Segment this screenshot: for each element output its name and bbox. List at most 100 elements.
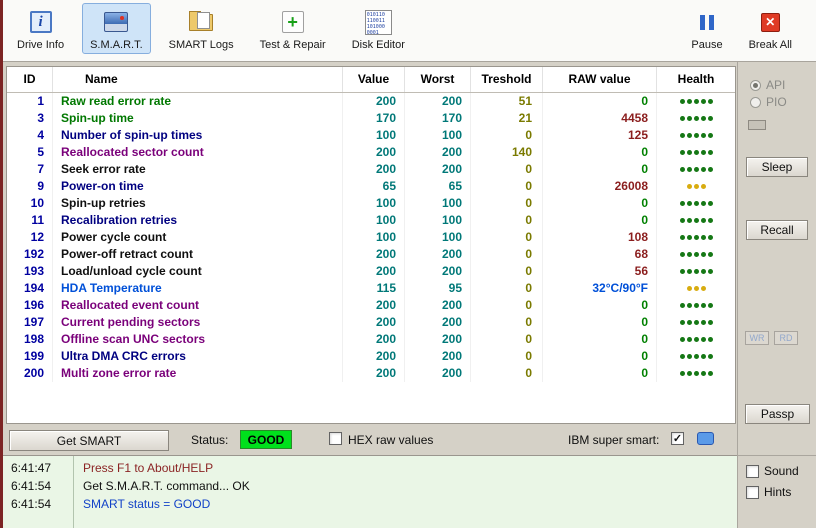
drive-info-button[interactable]: i Drive Info (9, 3, 72, 54)
health-dot (693, 320, 699, 326)
attr-worst: 100 (405, 229, 471, 246)
health-dot (686, 218, 692, 224)
attr-health (657, 246, 735, 263)
health-dot (693, 99, 699, 105)
attr-raw: 0 (543, 297, 657, 314)
attr-treshold: 140 (471, 144, 543, 161)
attr-worst: 200 (405, 246, 471, 263)
ibm-checkbox[interactable] (671, 432, 684, 445)
table-row[interactable]: 198 Offline scan UNC sectors 200 200 0 0 (7, 331, 735, 348)
health-dot (700, 303, 706, 309)
health-dot (707, 354, 713, 360)
attr-worst: 200 (405, 314, 471, 331)
attr-value: 200 (343, 331, 405, 348)
health-dot (679, 320, 685, 326)
sound-checkbox[interactable] (746, 464, 759, 478)
attr-value: 100 (343, 127, 405, 144)
status-value: GOOD (240, 430, 292, 449)
log-entry: 6:41:54 Get S.M.A.R.T. command... OK (3, 477, 737, 495)
health-dot (679, 371, 685, 377)
rd-button[interactable]: RD (774, 331, 798, 345)
table-row[interactable]: 197 Current pending sectors 200 200 0 0 (7, 314, 735, 331)
attr-value: 65 (343, 178, 405, 195)
attr-raw: 0 (543, 365, 657, 382)
attr-name: Power-on time (53, 178, 343, 195)
attr-id: 11 (7, 212, 53, 229)
sleep-button[interactable]: Sleep (746, 157, 808, 177)
hex-checkbox[interactable] (329, 432, 342, 445)
table-row[interactable]: 12 Power cycle count 100 100 0 108 (7, 229, 735, 246)
get-smart-button[interactable]: Get SMART (9, 430, 169, 451)
pio-radio[interactable] (750, 96, 761, 108)
attr-worst: 200 (405, 331, 471, 348)
attr-raw: 0 (543, 212, 657, 229)
ibm-indicator (697, 432, 714, 445)
health-dot (679, 116, 685, 122)
attr-treshold: 0 (471, 314, 543, 331)
health-dot (700, 184, 706, 190)
health-dot (700, 235, 706, 241)
table-row[interactable]: 200 Multi zone error rate 200 200 0 0 (7, 365, 735, 382)
attr-worst: 100 (405, 127, 471, 144)
disk-editor-button[interactable]: 010110 110011 101000 0001 Disk Editor (344, 3, 413, 54)
attr-name: Raw read error rate (53, 93, 343, 110)
attr-worst: 200 (405, 348, 471, 365)
header-worst: Worst (405, 67, 471, 92)
attr-id: 200 (7, 365, 53, 382)
attr-name: Offline scan UNC sectors (53, 331, 343, 348)
recall-button[interactable]: Recall (746, 220, 808, 240)
table-row[interactable]: 194 HDA Temperature 115 95 0 32°C/90°F (7, 280, 735, 297)
health-dot (707, 99, 713, 105)
health-dot (686, 371, 692, 377)
table-row[interactable]: 5 Reallocated sector count 200 200 140 0 (7, 144, 735, 161)
attr-id: 7 (7, 161, 53, 178)
attr-id: 9 (7, 178, 53, 195)
smart-button[interactable]: S.M.A.R.T. (82, 3, 151, 54)
health-dot (686, 354, 692, 360)
status-bar: Get SMART Status: GOOD HEX raw values IB… (3, 428, 737, 454)
api-radio[interactable] (750, 79, 761, 91)
attr-value: 200 (343, 365, 405, 382)
health-dot (679, 133, 685, 139)
health-dot (686, 303, 692, 309)
health-dot (693, 235, 699, 241)
table-row[interactable]: 7 Seek error rate 200 200 0 0 (7, 161, 735, 178)
attr-value: 200 (343, 246, 405, 263)
smart-table-header: ID Name Value Worst Treshold RAW value H… (7, 67, 735, 93)
table-row[interactable]: 10 Spin-up retries 100 100 0 0 (7, 195, 735, 212)
table-row[interactable]: 3 Spin-up time 170 170 21 4458 (7, 110, 735, 127)
wr-button[interactable]: WR (745, 331, 769, 345)
smart-logs-button[interactable]: SMART Logs (161, 3, 242, 54)
attr-treshold: 0 (471, 348, 543, 365)
health-dot (700, 150, 706, 156)
attr-treshold: 0 (471, 127, 543, 144)
health-dot (693, 116, 699, 122)
attr-raw: 0 (543, 348, 657, 365)
table-row[interactable]: 192 Power-off retract count 200 200 0 68 (7, 246, 735, 263)
table-row[interactable]: 199 Ultra DMA CRC errors 200 200 0 0 (7, 348, 735, 365)
pause-button[interactable]: Pause (683, 3, 730, 54)
health-dot (686, 150, 692, 156)
attr-worst: 200 (405, 161, 471, 178)
table-row[interactable]: 4 Number of spin-up times 100 100 0 125 (7, 127, 735, 144)
break-all-button[interactable]: ✕ Break All (741, 3, 800, 54)
table-row[interactable]: 9 Power-on time 65 65 0 26008 (7, 178, 735, 195)
table-row[interactable]: 11 Recalibration retries 100 100 0 0 (7, 212, 735, 229)
attr-raw: 68 (543, 246, 657, 263)
table-row[interactable]: 1 Raw read error rate 200 200 51 0 (7, 93, 735, 110)
attr-health (657, 127, 735, 144)
attr-value: 115 (343, 280, 405, 297)
health-dot (700, 133, 706, 139)
test-repair-button[interactable]: + Test & Repair (252, 3, 334, 54)
table-row[interactable]: 196 Reallocated event count 200 200 0 0 (7, 297, 735, 314)
attr-raw: 32°C/90°F (543, 280, 657, 297)
table-row[interactable]: 193 Load/unload cycle count 200 200 0 56 (7, 263, 735, 280)
attr-worst: 200 (405, 365, 471, 382)
attr-treshold: 51 (471, 93, 543, 110)
passp-button[interactable]: Passp (745, 404, 810, 424)
health-dot (686, 269, 692, 275)
health-dot (679, 167, 685, 173)
smart-table-body: 1 Raw read error rate 200 200 51 0 3 Spin-up ti… (7, 93, 735, 382)
hints-checkbox[interactable] (746, 485, 759, 499)
health-dot (686, 167, 692, 173)
